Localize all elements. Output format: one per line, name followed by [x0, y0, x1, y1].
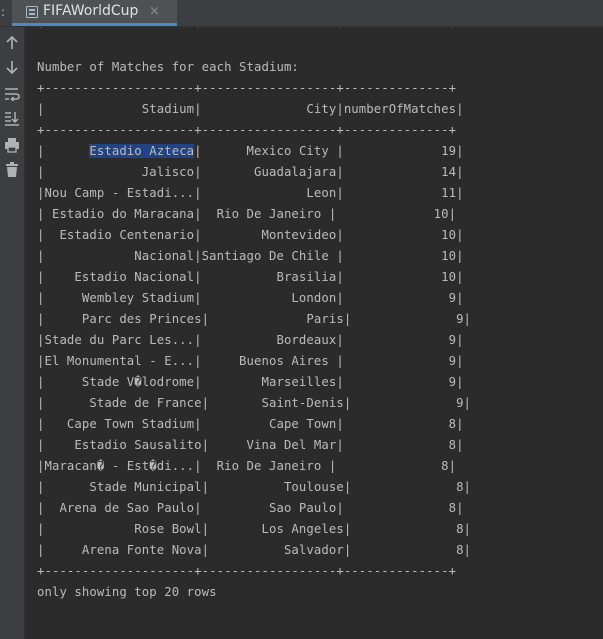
table-row: | Stade de France| Saint-Denis| 9| [37, 396, 472, 410]
table-row: | Estadio Centenario| Montevideo| 10| [37, 228, 464, 242]
tab-bar-prefix: : [1, 5, 6, 19]
table-row: |Stade du Parc Les...| Bordeaux| 9| [37, 333, 464, 347]
table-row: | Nacional|Santiago De Chile | 10| [37, 249, 464, 263]
table-border: +--------------------+------------------… [37, 123, 457, 137]
table-row: |Nou Camp - Estadi...| Leon| 11| [37, 186, 464, 200]
console-toolbar [0, 27, 25, 639]
soft-wrap-icon[interactable] [2, 84, 22, 104]
row-prefix: | [37, 144, 90, 158]
table-row: | Estadio Sausalito| Vina Del Mar| 8| [37, 438, 464, 452]
table-row: | Stade Municipal| Toulouse| 8| [37, 480, 472, 494]
table-row: | Wembley Stadium| London| 9| [37, 291, 464, 305]
table-row: | Rose Bowl| Los Angeles| 8| [37, 522, 472, 536]
close-icon[interactable]: × [149, 4, 160, 19]
run-config-icon [26, 6, 38, 18]
run-tab-label: FIFAWorldCup [43, 3, 139, 19]
table-row: | Stade V�lodrome| Marseilles| 9| [37, 375, 464, 389]
table-row: | Arena Fonte Nova| Salvador| 8| [37, 543, 472, 557]
table-row: | Estadio Nacional| Brasilia| 10| [37, 270, 464, 284]
table-top-border-cut: +--------------------+------------------… [37, 27, 456, 35]
table-border: +--------------------+------------------… [37, 81, 457, 95]
table-row: |El Monumental - E...| Buenos Aires | 9| [37, 354, 464, 368]
table-row: | Cape Town Stadium| Cape Town| 8| [37, 417, 464, 431]
ide-window: : FIFAWorldCup × +--------------------+-… [0, 0, 603, 639]
selected-text[interactable]: Estadio Azteca [89, 144, 195, 158]
table-row-selected: | Estadio Azteca| Mexico City | 19| [37, 141, 464, 162]
run-tab-fifaworldcup[interactable]: FIFAWorldCup × [12, 0, 177, 26]
up-arrow-icon[interactable] [2, 33, 22, 53]
scroll-to-end-icon[interactable] [2, 108, 22, 128]
table-row: | Parc des Princes| Paris| 9| [37, 312, 472, 326]
table-row: | Jalisco| Guadalajara| 14| [37, 165, 464, 179]
row-suffix: | Mexico City | 19| [194, 144, 464, 158]
print-icon[interactable] [2, 135, 22, 155]
down-arrow-icon[interactable] [2, 57, 22, 77]
run-tab-bar: : FIFAWorldCup × [0, 0, 603, 27]
table-row: | Estadio do Maracana| Rio De Janeiro | … [37, 207, 457, 221]
console-output[interactable]: +--------------------+------------------… [25, 27, 603, 639]
table-header-row: | Stadium| City|numberOfMatches| [37, 102, 464, 116]
output-heading: Number of Matches for each Stadium: [37, 60, 299, 74]
table-row: |Maracan� - Est�di...| Rio De Janeiro | … [37, 459, 457, 473]
table-row: | Arena de Sao Paulo| Sao Paulo| 8| [37, 501, 464, 515]
trash-icon[interactable] [2, 160, 22, 180]
table-bottom-border: +--------------------+------------------… [37, 564, 457, 578]
output-footer: only showing top 20 rows [37, 585, 217, 599]
